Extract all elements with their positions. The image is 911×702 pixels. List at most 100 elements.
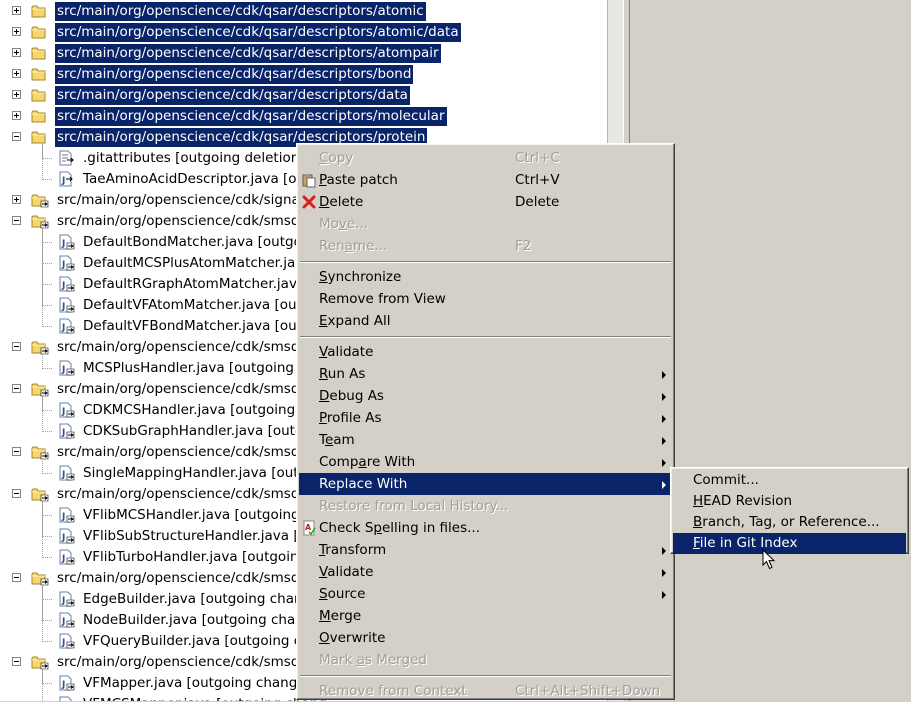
menu-item-restore-from-local-history[interactable]: Restore from Local History... — [299, 495, 672, 517]
submenu-item-file-in-git-index[interactable]: File in Git Index — [673, 533, 906, 554]
expand-icon[interactable] — [12, 69, 21, 78]
java-file-change-icon: J — [57, 360, 75, 376]
tree-guide-line — [42, 368, 52, 369]
menu-item-validate[interactable]: Validate — [299, 561, 672, 583]
tree-row-label: src/main/org/openscience/cdk/smsd — [57, 654, 300, 670]
tree-row[interactable]: src/main/org/openscience/cdk/qsar/descri… — [0, 64, 607, 85]
menu-item-transform[interactable]: Transform — [299, 539, 672, 561]
expand-icon[interactable] — [12, 27, 21, 36]
menu-item-synchronize[interactable]: Synchronize — [299, 266, 672, 288]
tree-row-label: src/main/org/openscience/cdk/qsar/descri… — [55, 44, 441, 63]
menu-item-mark-as-merged[interactable]: Mark as Merged — [299, 649, 672, 671]
folder-change-icon — [31, 570, 49, 586]
svg-text:J: J — [61, 596, 65, 606]
tree-guide-line — [42, 620, 52, 621]
menu-item-shortcut: Ctrl+V — [515, 172, 560, 188]
spell-check-icon: A — [303, 520, 316, 536]
menu-separator — [300, 336, 671, 338]
tree-row[interactable]: src/main/org/openscience/cdk/qsar/descri… — [0, 85, 607, 106]
menu-item-remove-from-view[interactable]: Remove from View — [299, 288, 672, 310]
tree-row[interactable]: src/main/org/openscience/cdk/qsar/descri… — [0, 106, 607, 127]
svg-text:J: J — [61, 407, 65, 417]
submenu-arrow-icon — [662, 459, 666, 467]
collapse-icon[interactable] — [12, 573, 21, 582]
tree-guide-line — [42, 242, 52, 243]
context-menu: Copy Ctrl+C Paste patch Ctrl+V Delete Delete M… — [296, 143, 675, 700]
expand-icon[interactable] — [12, 195, 21, 204]
submenu-item-head-revision[interactable]: HEAD Revision — [673, 491, 906, 512]
tree-row-label: DefaultBondMatcher.java [outgo — [83, 234, 302, 250]
menu-item-label: Paste patch — [319, 172, 398, 188]
menu-item-shortcut: Delete — [515, 194, 560, 210]
svg-text:J: J — [61, 365, 65, 375]
menu-item-team[interactable]: Team — [299, 429, 672, 451]
collapse-icon[interactable] — [12, 447, 21, 456]
menu-item-label: Compare With — [319, 454, 416, 470]
collapse-icon[interactable] — [12, 132, 21, 141]
menu-item-compare-with[interactable]: Compare With — [299, 451, 672, 473]
menu-item-copy[interactable]: Copy Ctrl+C — [299, 147, 672, 169]
menu-item-merge[interactable]: Merge — [299, 605, 672, 627]
menu-item-delete[interactable]: Delete Delete — [299, 191, 672, 213]
menu-item-label: Source — [319, 586, 366, 602]
tree-guide-line — [42, 284, 52, 285]
collapse-icon[interactable] — [12, 216, 21, 225]
tree-guide-line — [42, 669, 43, 701]
tree-row[interactable]: src/main/org/openscience/cdk/qsar/descri… — [0, 22, 607, 43]
expand-icon[interactable] — [12, 90, 21, 99]
menu-item-label: Expand All — [319, 313, 391, 329]
tree-row[interactable]: src/main/org/openscience/cdk/qsar/descri… — [0, 43, 607, 64]
menu-item-move[interactable]: Move... — [299, 213, 672, 235]
folder-icon — [31, 108, 49, 124]
menu-separator — [300, 261, 671, 263]
menu-item-label: Validate — [319, 564, 374, 580]
folder-change-icon — [31, 444, 49, 460]
java-file-icon: J — [57, 171, 75, 187]
expand-icon[interactable] — [12, 111, 21, 120]
collapse-icon[interactable] — [12, 657, 21, 666]
menu-item-label: Run As — [319, 366, 366, 382]
tree-row[interactable]: src/main/org/openscience/cdk/qsar/descri… — [0, 1, 607, 22]
submenu-item-branch-tag-or-reference[interactable]: Branch, Tag, or Reference... — [673, 512, 906, 533]
menu-item-rename[interactable]: Rename... F2 — [299, 235, 672, 257]
menu-item-label: Check Spelling in files... — [319, 520, 481, 536]
svg-text:J: J — [61, 512, 65, 522]
folder-change-icon — [31, 381, 49, 397]
folder-change-icon — [31, 339, 49, 355]
menu-item-validate[interactable]: Validate — [299, 341, 672, 363]
menu-item-profile-as[interactable]: Profile As — [299, 407, 672, 429]
menu-item-debug-as[interactable]: Debug As — [299, 385, 672, 407]
tree-guide-line — [42, 473, 52, 474]
menu-item-label: Rename... — [319, 238, 388, 254]
menu-separator — [300, 675, 671, 677]
submenu-item-commit[interactable]: Commit... — [673, 470, 906, 491]
menu-item-remove-from-context[interactable]: Remove from Context Ctrl+Alt+Shift+Down — [299, 680, 672, 702]
collapse-icon[interactable] — [12, 489, 21, 498]
submenu-arrow-icon — [662, 481, 666, 489]
submenu-arrow-icon — [662, 547, 666, 555]
menu-item-label: Merge — [319, 608, 362, 624]
expand-icon[interactable] — [12, 48, 21, 57]
menu-item-paste-patch[interactable]: Paste patch Ctrl+V — [299, 169, 672, 191]
menu-item-overwrite[interactable]: Overwrite — [299, 627, 672, 649]
java-file-change-icon: J — [57, 612, 75, 628]
collapse-icon[interactable] — [12, 384, 21, 393]
menu-item-check-spelling-in-files[interactable]: A Check Spelling in files... — [299, 517, 672, 539]
tree-row-label: src/main/org/openscience/cdk/smsd — [57, 570, 300, 586]
menu-item-shortcut: Ctrl+Alt+Shift+Down — [515, 683, 661, 699]
menu-item-run-as[interactable]: Run As — [299, 363, 672, 385]
svg-text:J: J — [61, 617, 65, 627]
collapse-icon[interactable] — [12, 342, 21, 351]
tree-row-label: SingleMappingHandler.java [outg — [83, 465, 308, 481]
folder-icon — [31, 66, 49, 82]
menu-item-source[interactable]: Source — [299, 583, 672, 605]
folder-icon — [31, 24, 49, 40]
expand-icon[interactable] — [12, 6, 21, 15]
menu-item-expand-all[interactable]: Expand All — [299, 310, 672, 332]
paste-icon — [302, 174, 316, 188]
tree-row-label: DefaultVFAtomMatcher.java [ou — [83, 297, 297, 313]
tree-row-label: src/main/org/openscience/cdk/smsd — [57, 339, 300, 355]
svg-text:J: J — [61, 428, 65, 438]
java-file-change-icon: J — [57, 318, 75, 334]
menu-item-replace-with[interactable]: Replace With — [299, 473, 672, 495]
